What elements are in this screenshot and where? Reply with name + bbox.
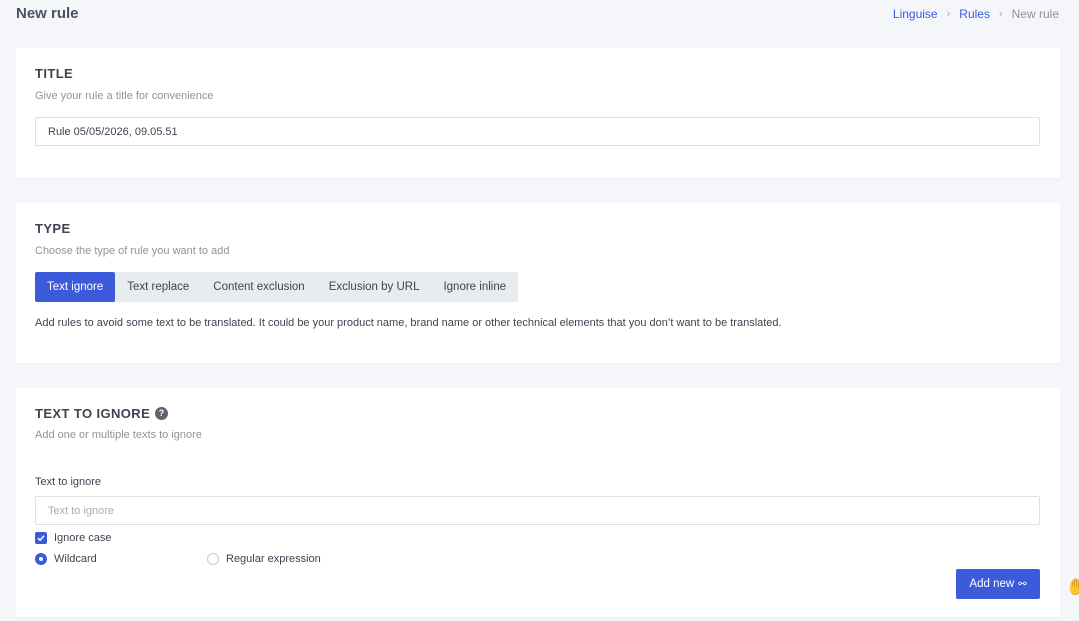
regex-label: Regular expression bbox=[226, 553, 321, 565]
type-card: TYPE Choose the type of rule you want to… bbox=[16, 203, 1060, 363]
tab-content-exclusion[interactable]: Content exclusion bbox=[201, 272, 316, 302]
title-card: TITLE Give your rule a title for conveni… bbox=[16, 48, 1060, 178]
add-new-label: Add new bbox=[969, 578, 1015, 590]
text-to-ignore-card: TEXT TO IGNORE ? Add one or multiple tex… bbox=[16, 388, 1060, 617]
text-to-ignore-heading-label: TEXT TO IGNORE bbox=[35, 406, 151, 421]
add-icon: ⚯ bbox=[1018, 578, 1027, 590]
breadcrumb-rules-link[interactable]: Rules bbox=[959, 7, 990, 21]
text-to-ignore-label: Text to ignore bbox=[35, 476, 102, 488]
tab-text-replace[interactable]: Text replace bbox=[115, 272, 201, 302]
rule-type-tabs: Text ignore Text replace Content exclusi… bbox=[35, 272, 519, 302]
breadcrumb-current: New rule bbox=[1011, 7, 1059, 21]
breadcrumb-linguise-link[interactable]: Linguise bbox=[893, 7, 938, 21]
breadcrumb-chevron-icon: › bbox=[946, 8, 951, 20]
help-icon[interactable]: ? bbox=[155, 407, 169, 420]
checkmark-icon bbox=[37, 535, 45, 542]
page-header: New rule Linguise › Rules › New rule bbox=[0, 0, 1079, 28]
type-description: Choose the type of rule you want to add bbox=[35, 245, 230, 257]
text-to-ignore-input[interactable] bbox=[35, 496, 1040, 525]
hand-cursor-icon: ✋ bbox=[1066, 579, 1079, 596]
title-description: Give your rule a title for convenience bbox=[35, 90, 214, 102]
text-to-ignore-description: Add one or multiple texts to ignore bbox=[35, 429, 202, 441]
wildcard-radio[interactable] bbox=[35, 553, 47, 565]
ignore-case-label: Ignore case bbox=[54, 532, 112, 544]
ignore-case-option[interactable]: Ignore case bbox=[35, 532, 111, 544]
ignore-case-checkbox[interactable] bbox=[35, 532, 47, 544]
tab-exclusion-by-url[interactable]: Exclusion by URL bbox=[317, 272, 432, 302]
regex-radio[interactable] bbox=[207, 553, 219, 565]
wildcard-option[interactable]: Wildcard bbox=[35, 553, 97, 565]
tab-ignore-inline[interactable]: Ignore inline bbox=[431, 272, 518, 302]
rule-title-input[interactable] bbox=[35, 117, 1040, 146]
add-new-button[interactable]: Add new ⚯ bbox=[956, 569, 1040, 599]
breadcrumb: Linguise › Rules › New rule bbox=[893, 7, 1059, 21]
page-title: New rule bbox=[16, 5, 79, 22]
breadcrumb-chevron-icon: › bbox=[998, 8, 1003, 20]
type-help-text: Add rules to avoid some text to be trans… bbox=[35, 317, 782, 329]
regex-option[interactable]: Regular expression bbox=[207, 553, 321, 565]
text-to-ignore-heading: TEXT TO IGNORE ? bbox=[35, 406, 169, 421]
tab-text-ignore[interactable]: Text ignore bbox=[35, 272, 116, 302]
title-heading: TITLE bbox=[35, 66, 74, 81]
wildcard-label: Wildcard bbox=[54, 553, 97, 565]
type-heading: TYPE bbox=[35, 221, 71, 236]
